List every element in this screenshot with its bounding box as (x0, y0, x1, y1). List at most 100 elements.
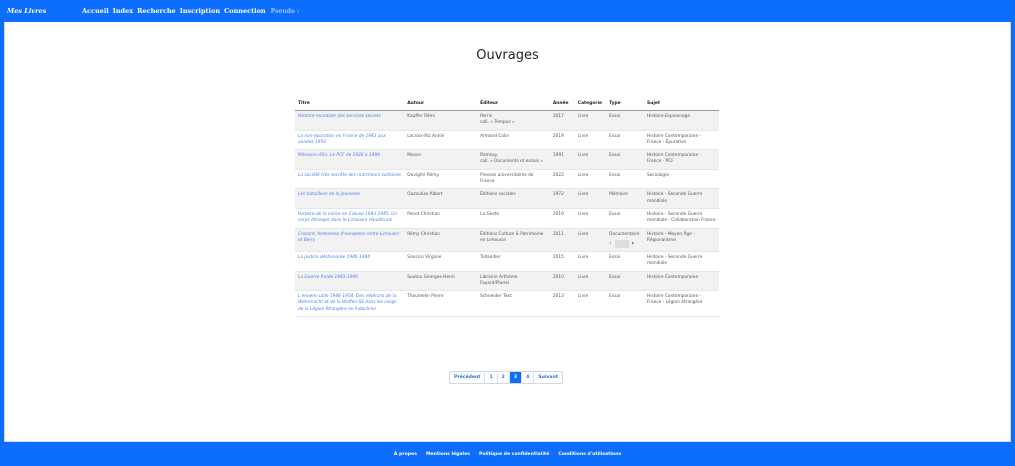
cell-type: Documentaire ‹ › (606, 228, 645, 253)
cell-type: Essai (606, 110, 645, 131)
pagination-page-2[interactable]: 2 (497, 372, 510, 383)
nav-link-inscription[interactable]: Inscription (180, 7, 220, 15)
nav-link-recherche[interactable]: Recherche (137, 7, 176, 15)
cell-auteur: Ouzoulias Albert (404, 188, 478, 209)
table-row: La Guerre froide 1943-1990 Soutou Georges… (295, 271, 719, 292)
cell-titre[interactable]: Mémoire d'Ex. Le PCF de 1920 à 1989 (295, 149, 405, 170)
cell-auteur: Sansico Virginie (404, 251, 478, 272)
chevron-left-icon[interactable]: ‹ (609, 240, 611, 247)
table-row: L'ennemi utile 1946-1954. Des vétérans d… (295, 290, 719, 318)
top-navbar: Mes Livres Accueil Index Recherche Inscr… (0, 0, 1015, 22)
cell-categorie: Livre (574, 251, 607, 272)
pseudo-label: Pseudo : (270, 7, 300, 15)
cell-titre[interactable]: Les bataillons de la jeunesse (295, 188, 405, 209)
cell-editeur: Ramsay, coll. « Documents et essais » (477, 149, 550, 170)
cell-auteur: Penot Christian (404, 208, 478, 229)
cell-type: Essai (606, 290, 645, 318)
cell-titre[interactable]: La non-épuration en France de 1943 aux a… (295, 130, 405, 151)
cell-titre[interactable]: Crozant, forteresse d'exception entre Li… (295, 228, 405, 253)
cell-editeur: Éditions sociales (477, 188, 550, 209)
cell-sujet: Histoire Contemporaine - France - Légion… (644, 290, 719, 318)
table-body: Histoire mondiale des services secrets Ka… (295, 110, 719, 318)
chevron-right-icon[interactable]: › (632, 240, 634, 247)
table-row: La société très secrète des marcheurs so… (295, 169, 719, 190)
nav-link-index[interactable]: Index (113, 7, 133, 15)
cell-editeur: Presses universitaires de France (477, 169, 550, 190)
cell-categorie: Livre (574, 228, 607, 253)
brand-logo[interactable]: Mes Livres (7, 7, 82, 15)
cell-categorie: Livre (574, 271, 607, 292)
cell-editeur: Éditions Culture & Patrimoine en Limousi… (477, 228, 550, 253)
column-header-sujet[interactable]: Sujet (644, 97, 719, 111)
cell-sujet: Histoire - Seconde Guerre mondiale (644, 251, 719, 272)
cell-type: Mémoire (606, 188, 645, 209)
cell-type: Essai (606, 208, 645, 229)
page-title: Ouvrages (476, 48, 539, 63)
column-header-annee[interactable]: Année (549, 97, 575, 111)
footer-link-a-propos[interactable]: À propos (394, 452, 417, 457)
table-row: Mémoire d'Ex. Le PCF de 1920 à 1989 Mosco… (295, 149, 719, 170)
cell-categorie: Livre (574, 130, 607, 151)
books-table: Titre Autour Éditeur Année Categorie Typ… (295, 97, 719, 318)
pagination-page-4[interactable]: 4 (522, 372, 535, 383)
table-header-row: Titre Autour Éditeur Année Categorie Typ… (295, 97, 719, 111)
cell-type: Essai (606, 149, 645, 170)
cell-type: Essai (606, 130, 645, 151)
cell-sujet: Histoire Contemporaine - France - PCF (644, 149, 719, 170)
cell-annee: 2017 (549, 110, 575, 131)
nav-link-accueil[interactable]: Accueil (82, 7, 109, 15)
table-row: Histoire de la milice en Creuse 1943-194… (295, 208, 719, 229)
cell-categorie: Livre (574, 290, 607, 318)
table-row: Histoire mondiale des services secrets Ka… (295, 110, 719, 131)
cell-annee: 1972 (549, 188, 575, 209)
cell-sujet: Histoire-Espionnage (644, 110, 719, 131)
cell-annee: 2019 (549, 208, 575, 229)
cell-auteur: Rémy Christian (404, 228, 478, 253)
cell-auteur: Ouvighri Rémy (404, 169, 478, 190)
cell-annee: 2015 (549, 251, 575, 272)
table-row: La Justice déshonorée 1940-1944 Sansico V… (295, 251, 719, 272)
pagination-previous-button[interactable]: Précédent (450, 372, 486, 383)
footer-link-conditions[interactable]: Conditions d'utilisations (558, 452, 621, 457)
column-header-auteur[interactable]: Autour (404, 97, 478, 111)
cell-titre[interactable]: La Guerre froide 1943-1990 (295, 271, 405, 292)
column-header-titre[interactable]: Titre (295, 97, 405, 111)
cell-categorie: Livre (574, 110, 607, 131)
cell-auteur: Soutou Georges-Henri (404, 271, 478, 292)
cell-editeur: Armand Colin (477, 130, 550, 151)
cell-annee: 2022 (549, 169, 575, 190)
cell-titre[interactable]: La société très secrète des marcheurs so… (295, 169, 405, 190)
cell-type: Essai (606, 271, 645, 292)
footer-link-confidentialite[interactable]: Politique de confidentialité (479, 452, 549, 457)
cell-sujet: Histoire - Seconde Guerre mondiale (644, 188, 719, 209)
pagination-page-3-active[interactable]: 3 (509, 372, 523, 383)
cell-editeur: Tallandier (477, 251, 550, 272)
carousel-control: ‹ › (609, 239, 634, 248)
table-row: Crozant, forteresse d'exception entre Li… (295, 228, 719, 253)
cell-type: Essai (606, 251, 645, 272)
cell-auteur: Lacroix-Riz Annie (404, 130, 478, 151)
nav-links: Accueil Index Recherche Inscription Conn… (82, 7, 299, 15)
cell-titre[interactable]: Histoire mondiale des services secrets (295, 110, 405, 131)
pagination-page-1[interactable]: 1 (485, 372, 498, 383)
pagination: Précédent 1 2 3 4 Suivant (449, 371, 563, 384)
cell-auteur: Mosco (404, 149, 478, 170)
footer-link-mentions-legales[interactable]: Mentions légales (426, 452, 470, 457)
column-header-type[interactable]: Type (606, 97, 645, 111)
table-row: Les bataillons de la jeunesse Ouzoulias A… (295, 188, 719, 209)
cell-titre[interactable]: Histoire de la milice en Creuse 1943-194… (295, 208, 405, 229)
footer: À propos Mentions légales Politique de c… (0, 442, 1015, 466)
column-header-categorie[interactable]: Categorie (574, 97, 607, 111)
cell-titre[interactable]: L'ennemi utile 1946-1954. Des vétérans d… (295, 290, 405, 318)
cell-sujet: Histoire Contemporaine (644, 271, 719, 292)
cell-sujet: Sociologie (644, 169, 719, 190)
cell-auteur: Kauffer Rémi (404, 110, 478, 131)
cell-categorie: Livre (574, 169, 607, 190)
cell-sujet: Histoire - Seconde Guerre mondiale - Col… (644, 208, 719, 229)
cell-categorie: Livre (574, 149, 607, 170)
pagination-next-button[interactable]: Suivant (534, 372, 562, 383)
cell-sujet: Histoire Contemporaine - France - Épurat… (644, 130, 719, 151)
cell-titre[interactable]: La Justice déshonorée 1940-1944 (295, 251, 405, 272)
nav-link-connection[interactable]: Connection (224, 7, 266, 15)
column-header-editeur[interactable]: Éditeur (477, 97, 550, 111)
